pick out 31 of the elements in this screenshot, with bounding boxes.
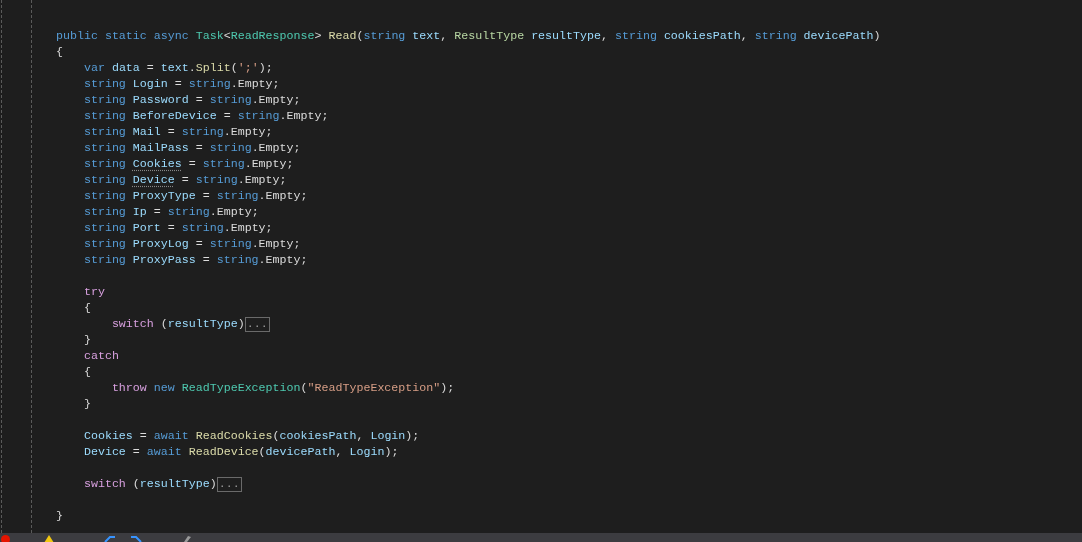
code-line: }	[56, 508, 63, 524]
code-line: Cookies = await ReadCookies(cookiesPath, Login);	[82, 428, 420, 444]
code-line: throw new ReadTypeException("ReadTypeException");	[110, 380, 455, 396]
code-line: string ProxyLog = string.Empty;	[82, 236, 301, 252]
code-line: {	[82, 364, 91, 380]
code-line: string MailPass = string.Empty;	[82, 140, 301, 156]
code-line: string Cookies = string.Empty;	[82, 156, 294, 172]
error-icon[interactable]	[1, 535, 10, 542]
code-line: string Password = string.Empty;	[82, 92, 301, 108]
code-line: {	[56, 44, 63, 60]
code-line: catch	[82, 348, 119, 364]
collapsed-code-button[interactable]: ...	[216, 476, 242, 492]
code-line: string Mail = string.Empty;	[82, 124, 273, 140]
warning-icon[interactable]	[44, 535, 54, 542]
code-line: string Port = string.Empty;	[82, 220, 273, 236]
code-line: }	[82, 332, 91, 348]
code-line: public static async Task<ReadResponse> Read(string text, ResultType resultType, string cookiesPath, string devicePath)	[56, 28, 881, 44]
code-line: string Ip = string.Empty;	[82, 204, 259, 220]
code-line: switch (resultType)	[82, 476, 217, 492]
code-line: {	[82, 300, 91, 316]
code-line: string ProxyType = string.Empty;	[82, 188, 308, 204]
code-line: string BeforeDevice = string.Empty;	[82, 108, 329, 124]
code-line: switch (resultType)	[110, 316, 245, 332]
code-line: var data = text.Split(';');	[82, 60, 273, 76]
code-line: string Device = string.Empty;	[82, 172, 287, 188]
code-line: string ProxyPass = string.Empty;	[82, 252, 308, 268]
code-line: Device = await ReadDevice(devicePath, Login);	[82, 444, 399, 460]
collapsed-code-button[interactable]: ...	[244, 316, 270, 332]
code-line: try	[82, 284, 105, 300]
code-line: }	[82, 396, 91, 412]
code-line: string Login = string.Empty;	[82, 76, 280, 92]
